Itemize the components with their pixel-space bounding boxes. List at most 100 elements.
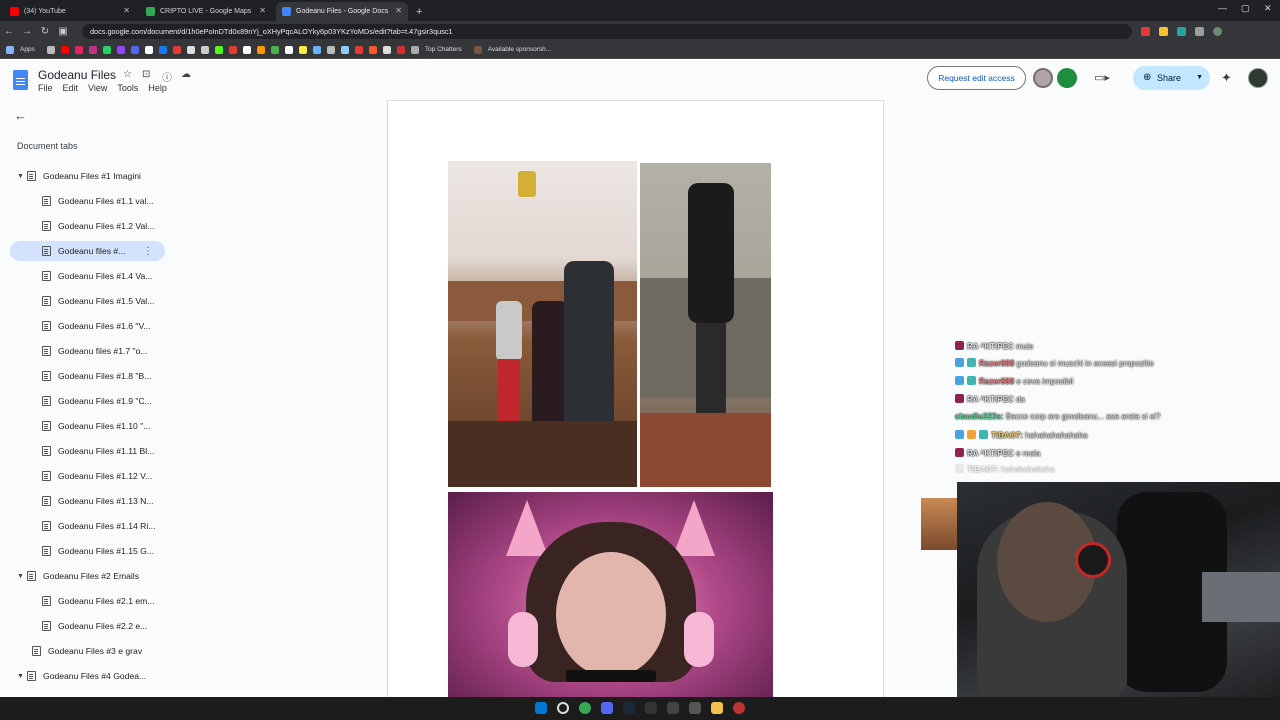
start-icon[interactable]	[535, 702, 547, 714]
more-options-icon[interactable]: ⋮	[143, 246, 153, 257]
bookmark-icon[interactable]	[130, 45, 139, 54]
bookmark-icon[interactable]	[88, 45, 97, 54]
browser-tab-docs[interactable]: Godeanu Files - Google Docs ✕	[276, 2, 408, 21]
extension-icon[interactable]	[1141, 26, 1150, 36]
tab-item[interactable]: Godeanu Files #1.6 "V...	[42, 316, 151, 336]
tab-item[interactable]: Godeanu Files #2.1 em...	[42, 591, 155, 611]
cloud-icon[interactable]: ☁	[181, 69, 191, 80]
bookmark-icon[interactable]	[242, 45, 251, 54]
steam-icon[interactable]	[623, 702, 635, 714]
profile-icon[interactable]	[1213, 26, 1222, 36]
tab-item[interactable]: Godeanu Files #1.11 Bl...	[42, 441, 154, 461]
bookmark-apps[interactable]: Apps	[20, 46, 35, 53]
bookmark-icon[interactable]	[172, 45, 181, 54]
browser-tab-youtube[interactable]: (34) YouTube ✕	[4, 2, 136, 21]
tab-item[interactable]: Godeanu Files #1.13 N...	[42, 491, 154, 511]
folder-icon[interactable]	[711, 702, 723, 714]
bookmark-icon[interactable]	[396, 45, 405, 54]
bookmark-icon[interactable]	[60, 45, 69, 54]
menu-edit[interactable]: Edit	[63, 83, 79, 93]
bookmark-icon[interactable]	[228, 45, 237, 54]
app-icon[interactable]	[689, 702, 701, 714]
tab-item[interactable]: ▼ Godeanu Files #2 Emails	[17, 566, 139, 586]
bookmark-icon[interactable]	[214, 45, 223, 54]
caret-down-icon[interactable]: ▼	[17, 573, 27, 580]
discord-icon[interactable]	[601, 702, 613, 714]
extension-icon[interactable]	[1195, 26, 1204, 36]
tab-item[interactable]: Godeanu Files #3 e grav	[32, 641, 142, 661]
new-tab-button[interactable]: +	[416, 6, 422, 18]
tab-item[interactable]: Godeanu Files #1.5 Val...	[42, 291, 154, 311]
app-icon[interactable]	[667, 702, 679, 714]
caret-down-icon[interactable]: ▼	[17, 173, 27, 180]
street-photo[interactable]	[640, 163, 771, 487]
tab-item[interactable]: ▼ Godeanu Files #1 Imagini	[17, 166, 141, 186]
browser-tab-maps[interactable]: CRIPTO LIVE - Google Maps ✕	[140, 2, 272, 21]
tab-item-selected[interactable]: Godeanu files #... ⋮	[10, 241, 165, 261]
avatar[interactable]	[1057, 68, 1077, 88]
forward-icon[interactable]: →	[18, 26, 36, 37]
minimize-icon[interactable]: —	[1218, 3, 1227, 13]
bookmark-icon[interactable]	[200, 45, 209, 54]
bookmark-icon[interactable]	[312, 45, 321, 54]
courtroom-photo[interactable]	[448, 161, 637, 487]
bookmark-icon[interactable]	[46, 45, 55, 54]
bookmark-icon[interactable]	[410, 45, 419, 54]
close-window-icon[interactable]: ✕	[1264, 3, 1272, 14]
move-icon[interactable]: ⊡	[142, 69, 150, 80]
chrome-icon[interactable]	[579, 702, 591, 714]
bookmark-top-chatters[interactable]: Top Chatters	[425, 46, 462, 53]
bookmark-icon[interactable]	[284, 45, 293, 54]
chevron-down-icon[interactable]: ▼	[1196, 66, 1203, 90]
star-icon[interactable]: ☆	[123, 69, 132, 80]
close-icon[interactable]: ✕	[395, 6, 402, 15]
back-icon[interactable]: ←	[0, 26, 18, 37]
extension-icon[interactable]	[1177, 26, 1186, 36]
bookmark-icon[interactable]	[116, 45, 125, 54]
bookmark-icon[interactable]	[144, 45, 153, 54]
tab-item[interactable]: Godeanu Files #1.15 G...	[42, 541, 154, 561]
gemini-icon[interactable]: ✦	[1221, 70, 1232, 86]
tab-item[interactable]: ▼ Godeanu Files #4 Godea...	[17, 666, 146, 686]
tab-item[interactable]: Godeanu Files #1.2 Val...	[42, 216, 154, 236]
bookmark-icon[interactable]	[256, 45, 265, 54]
bookmark-icon[interactable]	[102, 45, 111, 54]
maximize-icon[interactable]: ▢	[1241, 3, 1250, 14]
tab-item[interactable]: Godeanu files #1.7 "o...	[42, 341, 148, 361]
tab-item[interactable]: Godeanu Files #1.14 Ri...	[42, 516, 155, 536]
share-button[interactable]: ⊕ Share ▼	[1133, 66, 1210, 90]
bookmark-icon[interactable]	[158, 45, 167, 54]
bookmark-icon[interactable]	[368, 45, 377, 54]
bookmark-icon[interactable]	[270, 45, 279, 54]
close-icon[interactable]: ✕	[259, 6, 266, 15]
app-icon[interactable]	[645, 702, 657, 714]
back-arrow-icon[interactable]: ←	[14, 108, 27, 123]
bookmark-icon[interactable]	[382, 45, 391, 54]
bookmark-icon[interactable]	[74, 45, 83, 54]
tab-item[interactable]: Godeanu Files #1.12 V...	[42, 466, 152, 486]
meet-icon[interactable]: ▭▸	[1094, 71, 1110, 84]
menu-tools[interactable]: Tools	[117, 83, 138, 93]
bookmark-icon[interactable]	[473, 45, 482, 54]
account-avatar[interactable]	[1248, 68, 1268, 88]
portrait-photo[interactable]	[448, 492, 773, 697]
tab-item[interactable]: Godeanu Files #1.4 Va...	[42, 266, 152, 286]
menu-file[interactable]: File	[38, 83, 53, 93]
menu-help[interactable]: Help	[148, 83, 167, 93]
docs-logo-icon[interactable]	[13, 70, 28, 90]
menu-view[interactable]: View	[88, 83, 107, 93]
bookmark-sponsors[interactable]: Available sponsorsh...	[488, 46, 551, 53]
tab-item[interactable]: Godeanu Files #1.8 "B...	[42, 366, 151, 386]
tab-item[interactable]: Godeanu Files #1.10 "...	[42, 416, 150, 436]
bookmark-icon[interactable]	[298, 45, 307, 54]
caret-down-icon[interactable]: ▼	[17, 673, 27, 680]
search-icon[interactable]	[557, 702, 569, 714]
sidepanel-icon[interactable]: ▣	[54, 26, 72, 37]
bookmark-icon[interactable]	[354, 45, 363, 54]
document-title[interactable]: Godeanu Files	[38, 68, 116, 82]
url-input[interactable]: docs.google.com/document/d/1h0ePoInDTd0x…	[82, 23, 1132, 39]
app-icon[interactable]	[733, 702, 745, 714]
bookmark-icon[interactable]	[186, 45, 195, 54]
info-icon[interactable]: ⓘ	[162, 69, 172, 84]
avatar[interactable]	[1033, 68, 1053, 88]
